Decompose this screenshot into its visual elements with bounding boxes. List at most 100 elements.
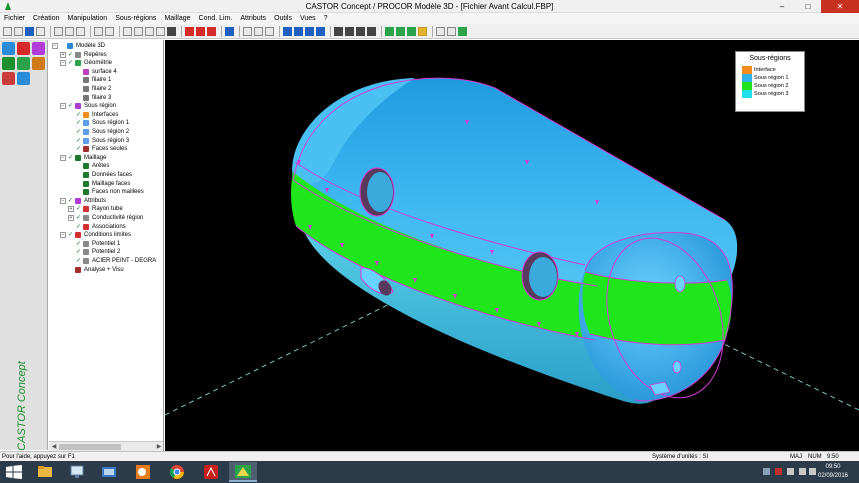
tree-check-icon[interactable]: ✓: [76, 128, 81, 136]
taskbar-explorer[interactable]: [31, 462, 59, 482]
tree-check-icon[interactable]: ✓: [76, 111, 81, 119]
redo-icon[interactable]: [105, 26, 114, 36]
tree-node[interactable]: filaire 1: [68, 76, 111, 84]
mesh-icon[interactable]: [385, 26, 394, 36]
menu-creation[interactable]: Création: [29, 13, 63, 24]
menu-attributs[interactable]: Attributs: [236, 13, 270, 24]
mesh-refine-icon[interactable]: [407, 26, 416, 36]
tree-check-icon[interactable]: ✓: [76, 137, 81, 145]
tree-check-icon[interactable]: ✓: [68, 102, 73, 110]
tree-node[interactable]: filaire 2: [68, 85, 111, 93]
tray-network-icon[interactable]: [799, 468, 806, 475]
windows-start-icon[interactable]: [6, 465, 22, 479]
paste-icon[interactable]: [76, 26, 85, 36]
menu-fichier[interactable]: Fichier: [0, 13, 29, 24]
taskbar-acrobat[interactable]: [197, 462, 225, 482]
tree-expander-icon[interactable]: −: [60, 232, 66, 239]
mesh-tool-icon[interactable]: [2, 57, 15, 70]
minimize-button[interactable]: –: [769, 0, 795, 13]
wireframe-icon[interactable]: [294, 26, 303, 36]
tree-horizontal-scrollbar[interactable]: ◀ ▶: [49, 441, 163, 451]
create-region-icon[interactable]: [32, 42, 45, 55]
zoom-icon[interactable]: [123, 26, 132, 36]
material-icon[interactable]: [356, 26, 365, 36]
taskbar-clock[interactable]: 09:50 02/09/2016: [813, 463, 853, 481]
tree-node[interactable]: ✓ Faces seules: [68, 145, 127, 153]
attribute-tool-icon[interactable]: [17, 57, 30, 70]
menu-sous-regions[interactable]: Sous-régions: [111, 13, 160, 24]
view-side-icon[interactable]: [196, 26, 205, 36]
rotate-icon[interactable]: [254, 26, 263, 36]
tree-check-icon[interactable]: ✓: [76, 248, 81, 256]
tree-node[interactable]: Arêtes: [68, 162, 109, 170]
tree-node[interactable]: − ✓ Géométrie: [60, 59, 112, 67]
tree-node[interactable]: ✓ Potentiel 1: [68, 240, 120, 248]
tree-expander-icon[interactable]: −: [60, 103, 66, 110]
tree-node[interactable]: + ✓ Repères: [60, 51, 107, 59]
tree-check-icon[interactable]: ✓: [76, 240, 81, 248]
light-icon[interactable]: [345, 26, 354, 36]
tree-node[interactable]: − ✓ Sous région: [60, 102, 116, 110]
close-button[interactable]: ✕: [821, 0, 859, 13]
tree-node[interactable]: Faces non maillées: [68, 188, 144, 196]
tree-node[interactable]: Analyse + Visu: [60, 266, 124, 274]
analysis-tool-icon[interactable]: [2, 72, 15, 85]
tree-node[interactable]: − ✓ Attributs: [60, 197, 106, 205]
tree-check-icon[interactable]: ✓: [76, 145, 81, 153]
tree-expander-icon[interactable]: +: [68, 206, 74, 213]
tree-expander-icon[interactable]: −: [60, 60, 66, 67]
boundary-tool-icon[interactable]: [32, 57, 45, 70]
tree-expander-icon[interactable]: −: [60, 154, 66, 161]
tree-expander-icon[interactable]: −: [60, 197, 66, 204]
create-solid-icon[interactable]: [2, 42, 15, 55]
shaded-icon[interactable]: [283, 26, 292, 36]
tree-node[interactable]: ✓ Potentiel 2: [68, 248, 120, 256]
tree-node[interactable]: surface 4: [68, 68, 117, 76]
new-file-icon[interactable]: [3, 26, 12, 36]
tree-node[interactable]: ✓ Sous région 1: [68, 119, 129, 127]
mesh-check-icon[interactable]: [396, 26, 405, 36]
tree-node[interactable]: − ✓ Conditions limites: [60, 231, 131, 239]
tree-expander-icon[interactable]: −: [52, 43, 58, 49]
tree-node[interactable]: ✓ ACIER PEINT - DEGRA: [68, 257, 156, 265]
taskbar-network[interactable]: [63, 462, 91, 482]
tool-a-icon[interactable]: [436, 26, 445, 36]
tree-node[interactable]: ✓ Sous région 2: [68, 128, 129, 136]
menu-vues[interactable]: Vues: [296, 13, 320, 24]
tree-node[interactable]: ✓ Interfaces: [68, 111, 118, 119]
tree-node[interactable]: Maillage faces: [68, 180, 130, 188]
zoom-window-icon[interactable]: [134, 26, 143, 36]
tree-check-icon[interactable]: ✓: [76, 257, 81, 265]
tree-check-icon[interactable]: ✓: [76, 119, 81, 127]
taskbar-castor[interactable]: [229, 462, 257, 482]
save-icon[interactable]: [25, 26, 34, 36]
tree-node[interactable]: filaire 3: [68, 94, 111, 102]
mesh-display-icon[interactable]: [316, 26, 325, 36]
menu-manipulation[interactable]: Manipulation: [63, 13, 111, 24]
tree-expander-icon[interactable]: +: [68, 215, 74, 221]
tree-node[interactable]: ✓ Associations: [68, 223, 126, 231]
tree-check-icon[interactable]: ✓: [76, 205, 81, 213]
scroll-right-icon[interactable]: ▶: [155, 443, 163, 451]
taskbar-chrome[interactable]: [163, 462, 191, 482]
cut-icon[interactable]: [54, 26, 63, 36]
tree-node[interactable]: + ✓ Rayon tube: [68, 205, 123, 213]
tray-security-icon[interactable]: [775, 468, 782, 475]
maximize-button[interactable]: □: [795, 0, 821, 13]
tree-check-icon[interactable]: ✓: [68, 154, 73, 162]
zoom-out-icon[interactable]: [156, 26, 165, 36]
print-icon[interactable]: [36, 26, 45, 36]
scroll-thumb[interactable]: [59, 444, 121, 450]
view-front-icon[interactable]: [185, 26, 194, 36]
menu-help[interactable]: ?: [320, 13, 332, 24]
hidden-line-icon[interactable]: [305, 26, 314, 36]
tree-check-icon[interactable]: ✓: [76, 223, 81, 231]
tool-c-icon[interactable]: [458, 26, 467, 36]
menu-maillage[interactable]: Maillage: [160, 13, 194, 24]
sphere-icon[interactable]: [334, 26, 343, 36]
tree-check-icon[interactable]: ✓: [68, 59, 73, 67]
tree-node[interactable]: + ✓ Conductivité région: [68, 214, 143, 222]
tree-check-icon[interactable]: ✓: [68, 51, 73, 59]
select-pointer-icon[interactable]: [243, 26, 252, 36]
tray-flag-icon[interactable]: [787, 468, 794, 475]
